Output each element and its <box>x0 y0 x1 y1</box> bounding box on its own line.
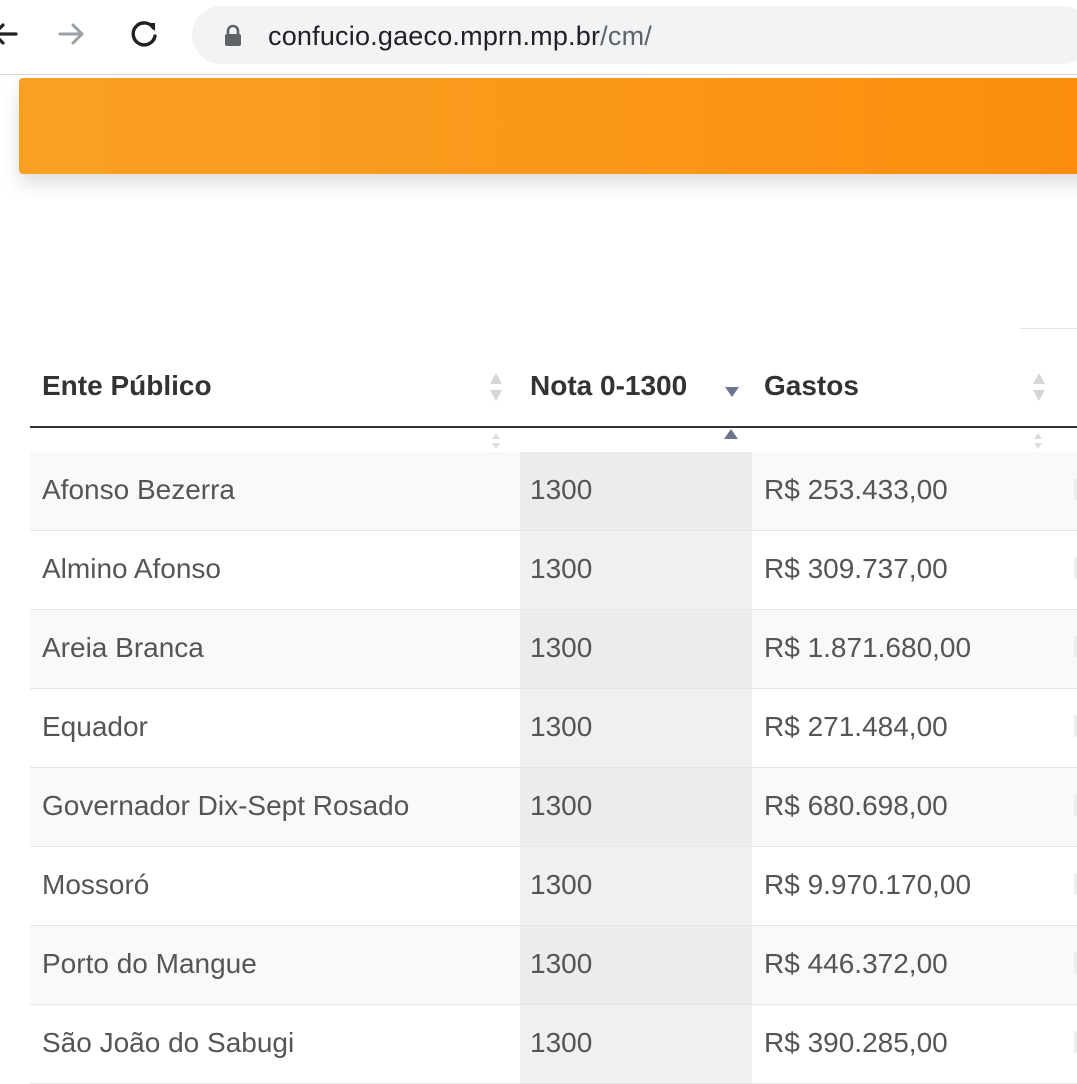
cell-nota: 1300 <box>530 553 593 584</box>
cell-nota: 1300 <box>530 869 593 900</box>
header-sub-row <box>30 428 1077 452</box>
sort-mini-icon[interactable] <box>1033 432 1043 450</box>
cell-gastos: R$ 1.871.680,00 <box>764 632 972 663</box>
table-row: Mossoró 1300 R$ 9.970.170,00 <box>30 847 1077 926</box>
table-row: Areia Branca 1300 R$ 1.871.680,00 <box>30 610 1077 689</box>
cell-ente-publico: Equador <box>42 711 148 742</box>
cell-gastos: R$ 446.372,00 <box>764 948 948 979</box>
cell-ente-publico: Afonso Bezerra <box>42 474 235 505</box>
cell-gastos: R$ 680.698,00 <box>764 790 948 821</box>
cell-ente-publico: Porto do Mangue <box>42 948 257 979</box>
table-row: Almino Afonso 1300 R$ 309.737,00 <box>30 531 1077 610</box>
back-arrow-icon <box>0 23 18 45</box>
sort-unsorted-icon[interactable] <box>489 372 503 402</box>
sort-descending-icon[interactable] <box>724 386 740 398</box>
cell-ente-publico: Governador Dix-Sept Rosado <box>42 790 410 821</box>
forward-arrow-icon <box>58 23 84 45</box>
cell-nota: 1300 <box>530 948 593 979</box>
url-path: /cm/ <box>600 21 652 51</box>
url-text: confucio.gaeco.mprn.mp.br/cm/ <box>268 21 652 52</box>
back-button[interactable] <box>0 14 26 54</box>
divider <box>1020 328 1077 329</box>
cell-gastos: R$ 271.484,00 <box>764 711 948 742</box>
table-row: Governador Dix-Sept Rosado 1300 R$ 680.698… <box>30 768 1077 847</box>
orange-banner <box>19 78 1077 174</box>
cell-gastos: R$ 253.433,00 <box>764 474 948 505</box>
column-header-ente-publico[interactable]: Ente Público <box>42 370 212 402</box>
sort-ascending-icon[interactable] <box>723 428 739 440</box>
reload-button[interactable] <box>124 14 164 54</box>
table-body: Afonso Bezerra 1300 R$ 253.433,00 Almino Af… <box>30 452 1077 1084</box>
column-header-nota[interactable]: Nota 0-1300 <box>530 370 687 402</box>
browser-toolbar: confucio.gaeco.mprn.mp.br/cm/ <box>0 0 1077 75</box>
cell-ente-publico: São João do Sabugi <box>42 1027 295 1058</box>
table-row: Afonso Bezerra 1300 R$ 253.433,00 <box>30 452 1077 531</box>
table-row: São João do Sabugi 1300 R$ 390.285,00 <box>30 1005 1077 1084</box>
cell-nota: 1300 <box>530 632 593 663</box>
url-host: confucio.gaeco.mprn.mp.br <box>268 21 601 51</box>
cell-gastos: R$ 309.737,00 <box>764 553 948 584</box>
forward-button[interactable] <box>52 14 92 54</box>
column-header-gastos[interactable]: Gastos <box>764 370 859 402</box>
cell-ente-publico: Almino Afonso <box>42 553 221 584</box>
cell-ente-publico: Areia Branca <box>42 632 204 663</box>
cell-nota: 1300 <box>530 790 593 821</box>
cell-gastos: R$ 390.285,00 <box>764 1027 948 1058</box>
cell-gastos: R$ 9.970.170,00 <box>764 869 972 900</box>
data-table: Ente Público Nota 0-1300 Gastos Afonso B… <box>30 346 1077 1084</box>
cell-nota: 1300 <box>530 711 593 742</box>
table-row: Equador 1300 R$ 271.484,00 <box>30 689 1077 768</box>
cell-nota: 1300 <box>530 474 593 505</box>
sort-mini-icon[interactable] <box>491 432 501 450</box>
address-bar[interactable]: confucio.gaeco.mprn.mp.br/cm/ <box>192 6 1077 64</box>
lock-icon <box>225 24 241 46</box>
cell-nota: 1300 <box>530 1027 593 1058</box>
table-header: Ente Público Nota 0-1300 Gastos <box>30 346 1077 428</box>
reload-icon <box>131 21 157 47</box>
table-row: Porto do Mangue 1300 R$ 446.372,00 <box>30 926 1077 1005</box>
cell-ente-publico: Mossoró <box>42 869 150 900</box>
sort-unsorted-icon[interactable] <box>1032 372 1046 402</box>
